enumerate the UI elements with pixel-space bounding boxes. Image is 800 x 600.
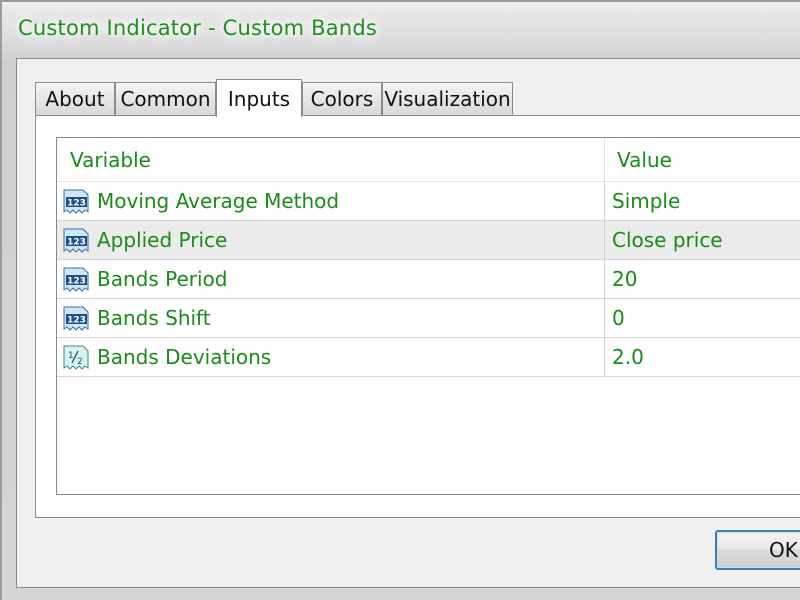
svg-text:2: 2 (77, 357, 83, 367)
variable-name: Moving Average Method (97, 189, 340, 213)
ok-button[interactable]: OK (715, 530, 800, 570)
column-header-value[interactable]: Value (605, 138, 800, 182)
tab-inputs[interactable]: Inputs (216, 79, 302, 117)
inputs-list-view[interactable]: Variable Value 123 Moving Average Method… (56, 137, 800, 495)
tab-colors[interactable]: Colors (302, 82, 382, 115)
svg-text:123: 123 (67, 315, 86, 325)
variable-name: Applied Price (97, 228, 228, 252)
value-cell[interactable]: 2.0 (605, 338, 800, 376)
fraction-half-icon: 1 2 (61, 342, 92, 373)
dialog-client-area: About Common Inputs Colors Visualization… (16, 58, 800, 588)
variable-name: Bands Shift (97, 306, 211, 330)
value-cell[interactable]: 0 (605, 299, 800, 337)
value-cell[interactable]: 20 (605, 260, 800, 298)
list-header: Variable Value (57, 138, 800, 182)
variable-cell: 1 2 Bands Deviations (57, 338, 605, 376)
variable-cell: 123 Bands Shift (57, 299, 605, 337)
value-cell[interactable]: Close price (605, 221, 800, 259)
value-cell[interactable]: Simple (605, 182, 800, 220)
dialog-window: Custom Indicator - Custom Bands About Co… (0, 0, 800, 600)
svg-text:1: 1 (68, 351, 74, 361)
integer-123-icon: 123 (61, 303, 92, 334)
svg-text:123: 123 (67, 198, 86, 208)
table-row[interactable]: 123 Bands Period 20 (57, 260, 800, 299)
tab-visualization[interactable]: Visualization (382, 82, 513, 115)
window-title: Custom Indicator - Custom Bands (18, 16, 378, 40)
integer-123-icon: 123 (61, 225, 92, 256)
list-rows: 123 Moving Average Method Simple 123 App… (57, 182, 800, 377)
variable-name: Bands Period (97, 267, 228, 291)
variable-cell: 123 Bands Period (57, 260, 605, 298)
variable-cell: 123 Applied Price (57, 221, 605, 259)
svg-text:123: 123 (67, 276, 86, 286)
table-row[interactable]: 123 Bands Shift 0 (57, 299, 800, 338)
svg-text:123: 123 (67, 237, 86, 247)
table-row[interactable]: 123 Applied Price Close price (57, 221, 800, 260)
title-bar[interactable]: Custom Indicator - Custom Bands (2, 2, 800, 58)
inputs-tab-page: Variable Value 123 Moving Average Method… (35, 115, 800, 518)
variable-cell: 123 Moving Average Method (57, 182, 605, 220)
integer-123-icon: 123 (61, 264, 92, 295)
integer-123-icon: 123 (61, 186, 92, 217)
table-row[interactable]: 1 2 Bands Deviations 2.0 (57, 338, 800, 377)
tab-common[interactable]: Common (115, 82, 216, 115)
variable-name: Bands Deviations (97, 345, 272, 369)
tab-about[interactable]: About (35, 82, 115, 115)
column-header-variable[interactable]: Variable (57, 138, 605, 182)
table-row[interactable]: 123 Moving Average Method Simple (57, 182, 800, 221)
